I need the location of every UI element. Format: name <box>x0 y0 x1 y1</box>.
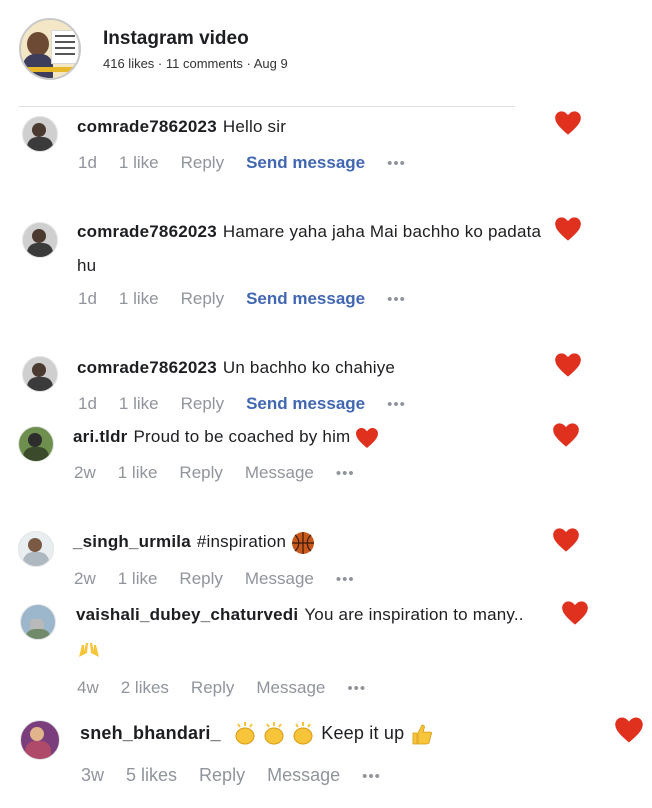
comment-item: comrade7862023 Hamare yaha jaha Mai bachh… <box>0 212 652 322</box>
heart-icon[interactable] <box>614 716 644 744</box>
comment-time: 4w <box>77 678 99 697</box>
username-link[interactable]: comrade7862023 <box>77 117 217 136</box>
comment-text: comrade7862023 Un bachho ko chahiye <box>77 351 547 385</box>
reply-button[interactable]: Reply <box>199 765 245 786</box>
heart-icon[interactable] <box>554 352 582 378</box>
clapping-hands-emoji-icon <box>235 722 313 745</box>
comment-body: Proud to be coached by him <box>133 427 351 446</box>
like-count[interactable]: 2 likes <box>121 678 169 698</box>
comment-text: ari.tldr Proud to be coached by him <box>73 420 543 454</box>
comment-item: _singh_urmila #inspiration 2w 1 like Reply M… <box>0 525 652 595</box>
more-options-icon[interactable]: ••• <box>347 680 366 697</box>
comment-time: 2w <box>74 463 96 482</box>
more-options-icon[interactable]: ••• <box>387 396 406 413</box>
username-link[interactable]: _singh_urmila <box>73 532 191 551</box>
comment-actions: 2w 1 like Reply Message ••• <box>74 569 377 589</box>
heart-icon[interactable] <box>554 110 582 136</box>
raising-hands-emoji-icon <box>79 642 99 657</box>
comment-body: Keep it up <box>321 723 405 743</box>
reply-button[interactable]: Reply <box>181 289 224 309</box>
post-thumbnail[interactable] <box>19 18 81 80</box>
comment-actions: 1d 1 like Reply Send message ••• <box>78 153 428 173</box>
heart-icon[interactable] <box>552 527 580 553</box>
comment-text: comrade7862023 Hamare yaha jaha Mai bachh… <box>77 215 547 283</box>
avatar[interactable] <box>22 116 58 152</box>
comment-body: You are inspiration to many.. <box>304 605 524 624</box>
username-link[interactable]: sneh_bhandari_ <box>80 723 221 743</box>
post-header: Instagram video 416 likes · 11 comments … <box>19 18 499 84</box>
message-link[interactable]: Message <box>256 678 325 698</box>
comment-text: vaishali_dubey_chaturvedi You are inspira… <box>76 598 541 666</box>
basketball-emoji-icon <box>292 531 315 554</box>
post-meta: 416 likes · 11 comments · Aug 9 <box>103 56 288 71</box>
heart-icon[interactable] <box>554 216 582 242</box>
post-title[interactable]: Instagram video <box>103 28 249 50</box>
reply-button[interactable]: Reply <box>181 153 224 173</box>
comment-time: 1d <box>78 153 97 172</box>
comment-text: sneh_bhandari_ Keep it up <box>80 716 550 750</box>
send-message-link[interactable]: Send message <box>246 394 365 414</box>
comment-body: #inspiration <box>196 532 287 551</box>
comment-time: 2w <box>74 569 96 588</box>
more-options-icon[interactable]: ••• <box>387 155 406 172</box>
comment-item: ari.tldr Proud to be coached by him 2w 1 l… <box>0 420 652 495</box>
comment-text: comrade7862023 Hello sir <box>77 110 547 144</box>
message-link[interactable]: Message <box>245 569 314 589</box>
comment-time: 3w <box>81 765 105 785</box>
more-options-icon[interactable]: ••• <box>336 571 355 588</box>
comment-time: 1d <box>78 289 97 308</box>
like-count[interactable]: 1 like <box>118 463 158 483</box>
comment-item: comrade7862023 Hello sir 1d 1 like Reply Sen… <box>0 108 652 188</box>
reply-button[interactable]: Reply <box>191 678 234 698</box>
heart-icon[interactable] <box>552 422 580 448</box>
more-options-icon[interactable]: ••• <box>336 465 355 482</box>
comment-actions: 3w 5 likes Reply Message ••• <box>81 765 403 786</box>
comment-text: _singh_urmila #inspiration <box>73 525 543 559</box>
like-count[interactable]: 5 likes <box>126 765 177 786</box>
like-count[interactable]: 1 like <box>119 289 159 309</box>
comment-item: vaishali_dubey_chaturvedi You are inspira… <box>0 598 652 708</box>
heart-icon[interactable] <box>561 600 589 626</box>
divider <box>19 106 515 107</box>
avatar[interactable] <box>22 356 58 392</box>
username-link[interactable]: ari.tldr <box>73 427 128 446</box>
comment-actions: 1d 1 like Reply Send message ••• <box>78 394 428 414</box>
reply-button[interactable]: Reply <box>179 463 222 483</box>
send-message-link[interactable]: Send message <box>246 289 365 309</box>
username-link[interactable]: comrade7862023 <box>77 358 217 377</box>
like-count[interactable]: 1 like <box>119 394 159 414</box>
comment-actions: 2w 1 like Reply Message ••• <box>74 463 377 483</box>
comment-body: Un bachho ko chahiye <box>222 358 396 377</box>
reply-button[interactable]: Reply <box>181 394 224 414</box>
comment-actions: 1d 1 like Reply Send message ••• <box>78 289 428 309</box>
username-link[interactable]: comrade7862023 <box>77 222 217 241</box>
message-link[interactable]: Message <box>245 463 314 483</box>
comment-item: sneh_bhandari_ Keep it up 3w 5 likes Reply… <box>0 714 652 804</box>
more-options-icon[interactable]: ••• <box>362 768 381 785</box>
comment-body: Hello sir <box>222 117 287 136</box>
send-message-link[interactable]: Send message <box>246 153 365 173</box>
avatar[interactable] <box>18 426 54 462</box>
comment-actions: 4w 2 likes Reply Message ••• <box>77 678 388 698</box>
comment-item: comrade7862023 Un bachho ko chahiye 1d 1 l… <box>0 350 652 420</box>
message-link[interactable]: Message <box>267 765 340 786</box>
comment-time: 1d <box>78 394 97 413</box>
red-heart-emoji-icon <box>356 427 379 448</box>
username-link[interactable]: vaishali_dubey_chaturvedi <box>76 605 298 624</box>
reply-button[interactable]: Reply <box>179 569 222 589</box>
avatar[interactable] <box>20 720 60 760</box>
like-count[interactable]: 1 like <box>118 569 158 589</box>
thumbs-up-emoji-icon <box>412 724 432 745</box>
like-count[interactable]: 1 like <box>119 153 159 173</box>
more-options-icon[interactable]: ••• <box>387 291 406 308</box>
avatar[interactable] <box>18 531 54 567</box>
avatar[interactable] <box>20 604 56 640</box>
avatar[interactable] <box>22 222 58 258</box>
